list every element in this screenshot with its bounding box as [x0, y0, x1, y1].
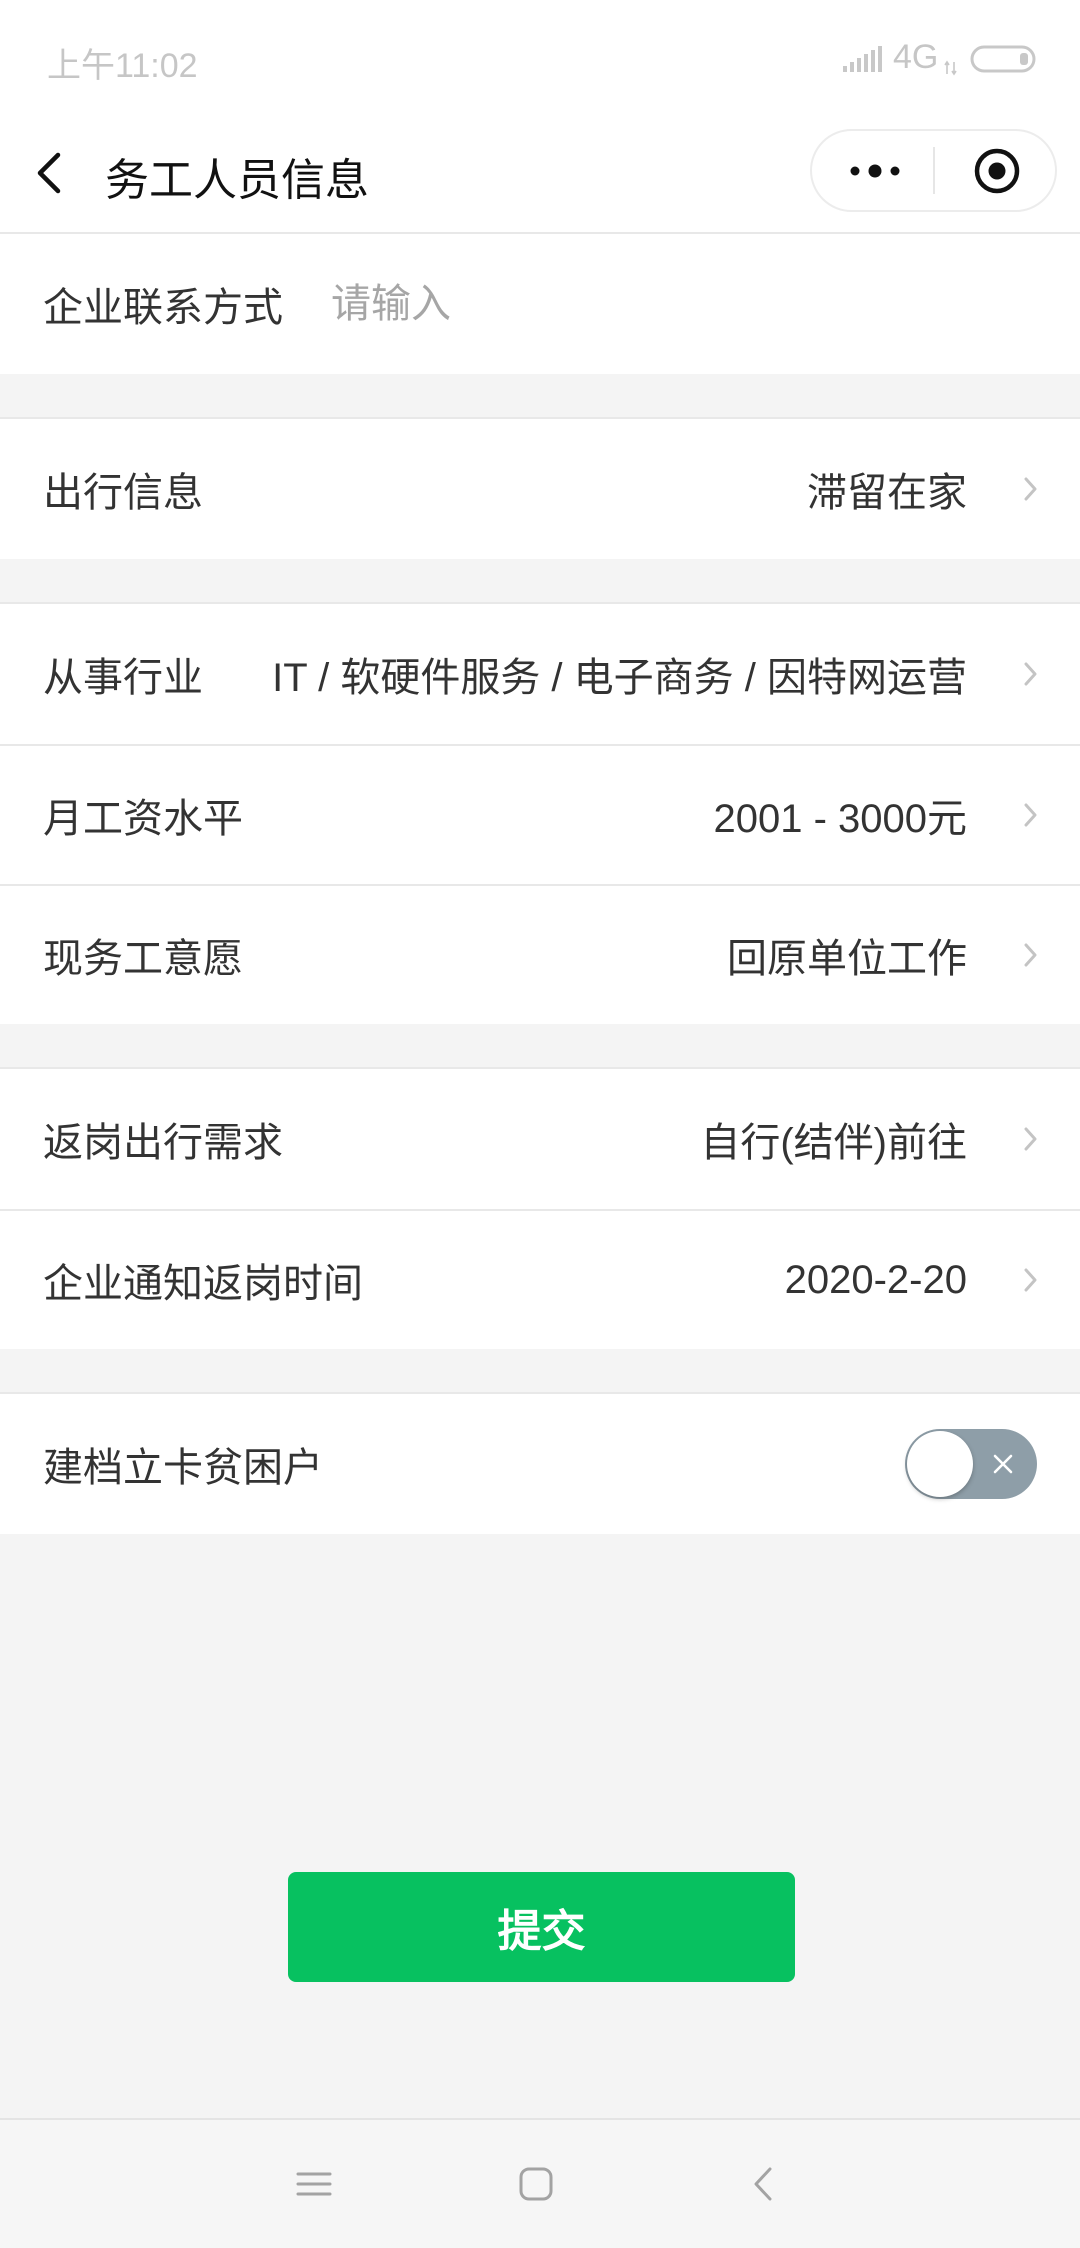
system-navigation-bar [0, 2118, 1080, 2248]
travel-label: 出行信息 [43, 471, 203, 515]
chevron-right-icon [1024, 1127, 1037, 1151]
return-section: 返岗出行需求 自行(结伴)前往 企业通知返岗时间 2020-2-20 [0, 1067, 1080, 1349]
salary-value: 2001 - 3000元 [713, 797, 967, 841]
chevron-right-icon [1024, 662, 1037, 686]
contact-row: 企业联系方式 [0, 234, 1080, 374]
return-date-row[interactable]: 企业通知返岗时间 2020-2-20 [0, 1209, 1080, 1349]
top-bar: 上午11:02 4G 务工人员信息 [0, 0, 1080, 234]
system-back-button[interactable] [718, 2120, 808, 2248]
intention-label: 现务工意愿 [43, 937, 243, 981]
industry-value: IT / 软硬件服务 / 电子商务 / 因特网运营 [272, 656, 967, 700]
return-date-value: 2020-2-20 [784, 1257, 967, 1302]
salary-row[interactable]: 月工资水平 2001 - 3000元 [0, 744, 1080, 884]
chevron-right-icon [1024, 943, 1037, 967]
data-activity-icon [944, 60, 957, 76]
chevron-right-icon [1024, 803, 1037, 827]
home-icon [519, 2167, 553, 2201]
submit-button[interactable]: 提交 [288, 1872, 795, 1982]
poverty-label: 建档立卡贫困户 [43, 1446, 323, 1490]
chevron-right-icon [1024, 477, 1037, 501]
travel-row[interactable]: 出行信息 滞留在家 [0, 419, 1080, 559]
poverty-toggle[interactable] [905, 1429, 1037, 1499]
salary-label: 月工资水平 [43, 797, 243, 841]
intention-row[interactable]: 现务工意愿 回原单位工作 [0, 884, 1080, 1024]
back-icon [754, 2167, 772, 2201]
signal-icon [843, 46, 882, 72]
page-title: 务工人员信息 [105, 156, 369, 205]
home-button[interactable] [491, 2120, 581, 2248]
contact-label: 企业联系方式 [43, 286, 283, 330]
capsule-divider [933, 147, 935, 194]
contact-input[interactable] [331, 274, 1037, 334]
status-time: 上午11:02 [47, 47, 198, 85]
network-type: 4G [893, 38, 939, 76]
employment-section: 从事行业 IT / 软硬件服务 / 电子商务 / 因特网运营 月工资水平 200… [0, 602, 1080, 1024]
back-chevron-icon[interactable] [32, 149, 68, 197]
more-dots-icon [850, 164, 900, 177]
return-travel-value: 自行(结伴)前往 [700, 1121, 967, 1165]
return-travel-row[interactable]: 返岗出行需求 自行(结伴)前往 [0, 1069, 1080, 1209]
intention-value: 回原单位工作 [727, 937, 967, 981]
travel-section: 出行信息 滞留在家 [0, 417, 1080, 559]
menu-icon [296, 2172, 332, 2196]
return-travel-label: 返岗出行需求 [43, 1121, 283, 1165]
return-date-label: 企业通知返岗时间 [43, 1262, 363, 1306]
mini-program-capsule [810, 129, 1057, 212]
contact-section: 企业联系方式 [0, 234, 1080, 374]
industry-row[interactable]: 从事行业 IT / 软硬件服务 / 电子商务 / 因特网运营 [0, 604, 1080, 744]
toggle-close-icon [993, 1454, 1013, 1474]
travel-value: 滞留在家 [807, 471, 967, 515]
worker-info-form: 企业联系方式 出行信息 滞留在家 从事行业 IT / 软硬件服务 / 电子商务 … [0, 234, 1080, 1534]
menu-button[interactable] [269, 2120, 359, 2248]
close-button[interactable] [966, 131, 1028, 210]
chevron-right-icon [1024, 1268, 1037, 1292]
target-close-icon [974, 148, 1020, 193]
poverty-section: 建档立卡贫困户 [0, 1392, 1080, 1534]
battery-icon [970, 45, 1036, 73]
poverty-row: 建档立卡贫困户 [0, 1394, 1080, 1534]
industry-label: 从事行业 [43, 656, 203, 700]
toggle-knob [907, 1431, 973, 1497]
more-button[interactable] [844, 131, 906, 210]
